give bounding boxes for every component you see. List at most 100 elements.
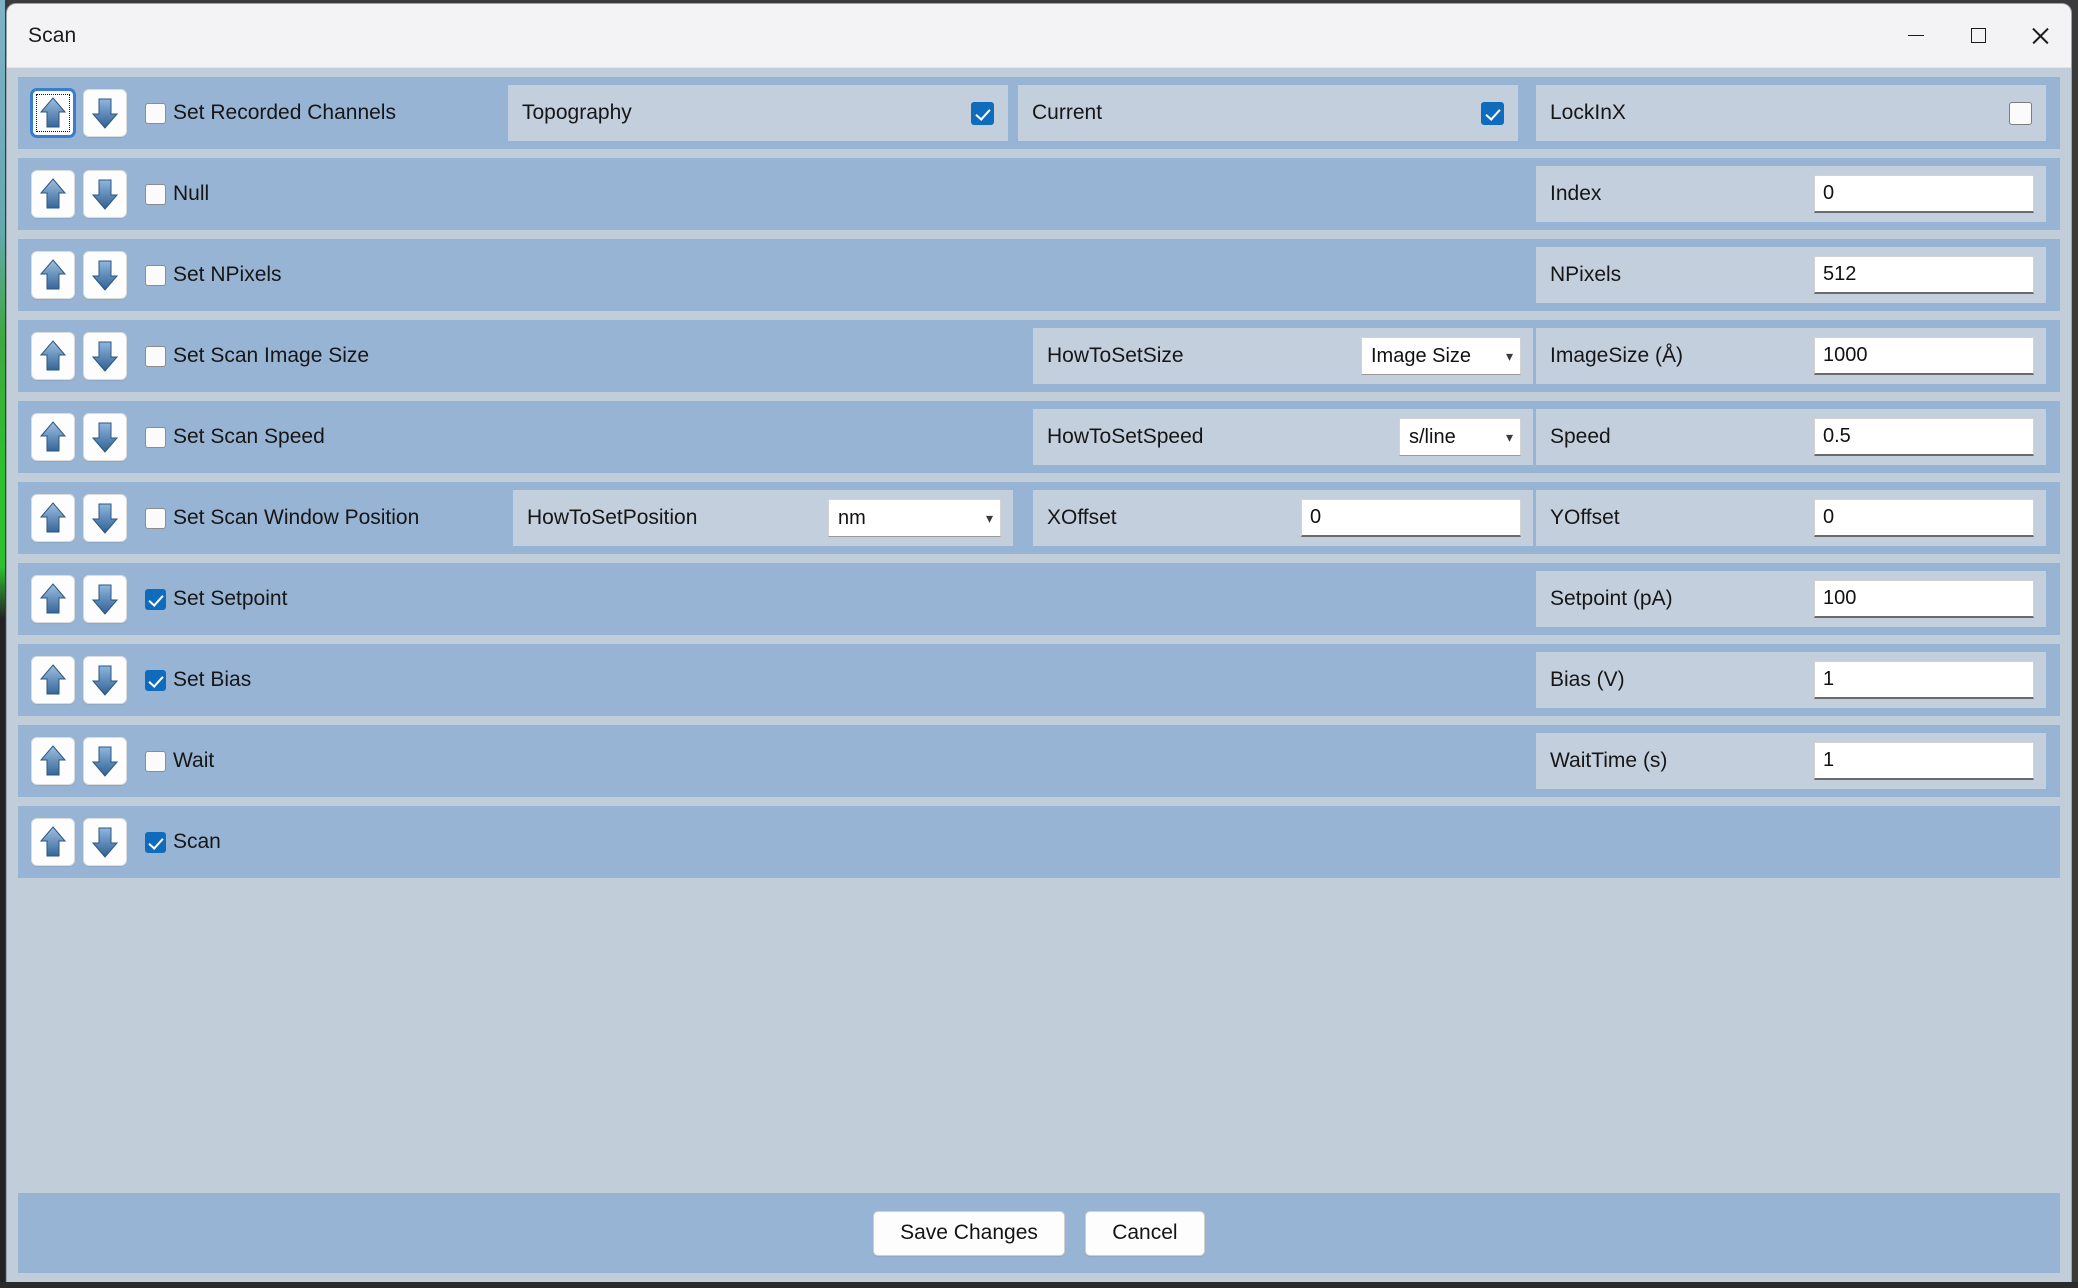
move-up-button[interactable] [31, 170, 75, 218]
step-enable-scan[interactable]: Scan [145, 830, 221, 854]
step-label: Set Setpoint [173, 587, 288, 610]
field-panel-bias: Bias (V) 1 [1536, 652, 2046, 708]
move-down-button[interactable] [83, 251, 127, 299]
step-row-set-setpoint: Set Setpoint Setpoint (pA) 100 [18, 563, 2060, 635]
channel-label: Current [1032, 101, 1103, 124]
npixels-input[interactable]: 512 [1814, 256, 2034, 294]
xoffset-input[interactable]: 0 [1301, 499, 1521, 537]
row-left-cluster: Null [18, 158, 209, 230]
arrow-up-icon [39, 421, 67, 452]
field-panel-speed: Speed 0.5 [1536, 409, 2046, 465]
field-label: HowToSetPosition [527, 506, 698, 529]
step-enable-set-scan-speed[interactable]: Set Scan Speed [145, 425, 325, 449]
step-enable-set-recorded-channels[interactable]: Set Recorded Channels [145, 101, 396, 125]
index-input[interactable]: 0 [1814, 175, 2034, 213]
step-enable-set-setpoint[interactable]: Set Setpoint [145, 587, 287, 611]
checkbox[interactable] [145, 831, 166, 853]
step-enable-null[interactable]: Null [145, 182, 209, 206]
checkbox[interactable] [145, 183, 166, 205]
channel-checkbox-current[interactable] [1481, 101, 1504, 125]
arrow-down-icon [91, 746, 119, 777]
move-down-button[interactable] [83, 89, 127, 137]
arrow-up-icon [39, 502, 67, 533]
step-enable-set-bias[interactable]: Set Bias [145, 668, 251, 692]
screen-edge-strip [0, 0, 5, 1288]
save-changes-button[interactable]: Save Changes [873, 1210, 1065, 1256]
field-panel-setpoint: Setpoint (pA) 100 [1536, 571, 2046, 627]
field-panel-index: Index 0 [1536, 166, 2046, 222]
step-enable-set-npixels[interactable]: Set NPixels [145, 263, 282, 287]
step-row-set-bias: Set Bias Bias (V) 1 [18, 644, 2060, 716]
step-enable-set-scan-image-size[interactable]: Set Scan Image Size [145, 344, 369, 368]
step-row-set-scan-speed: Set Scan Speed HowToSetSpeed s/line ▾ Sp… [18, 401, 2060, 473]
step-enable-wait[interactable]: Wait [145, 749, 214, 773]
setpoint-input[interactable]: 100 [1814, 580, 2034, 618]
howtosetspeed-select[interactable]: s/line ▾ [1399, 418, 1521, 456]
step-row-wait: Wait WaitTime (s) 1 [18, 725, 2060, 797]
howtosetposition-select[interactable]: nm ▾ [828, 499, 1001, 537]
window-controls [1885, 4, 2071, 67]
field-panel-howtosetspeed: HowToSetSpeed s/line ▾ [1033, 409, 1533, 465]
arrow-up-icon [39, 826, 67, 857]
move-down-button[interactable] [83, 575, 127, 623]
window-title: Scan [28, 23, 77, 47]
checkbox[interactable] [145, 264, 166, 286]
step-label: Set Bias [173, 668, 252, 691]
move-down-button[interactable] [83, 413, 127, 461]
arrow-down-icon [91, 341, 119, 372]
move-down-button[interactable] [83, 170, 127, 218]
step-label: Set Recorded Channels [173, 101, 396, 124]
howtosetsize-select[interactable]: Image Size ▾ [1361, 337, 1521, 375]
field-label: NPixels [1550, 263, 1622, 286]
field-label: XOffset [1047, 506, 1117, 529]
move-down-button[interactable] [83, 818, 127, 866]
channel-checkbox-topography[interactable] [971, 101, 994, 125]
checkbox[interactable] [145, 588, 166, 610]
howtosetposition-value: nm [838, 506, 866, 529]
field-label: YOffset [1550, 506, 1620, 529]
field-panel-xoffset: XOffset 0 [1033, 490, 1533, 546]
move-up-button[interactable] [31, 251, 75, 299]
row-left-cluster: Wait [18, 725, 214, 797]
checkbox[interactable] [145, 669, 166, 691]
step-enable-set-scan-window-position[interactable]: Set Scan Window Position [145, 506, 419, 530]
move-down-button[interactable] [83, 332, 127, 380]
checkbox[interactable] [145, 426, 166, 448]
checkbox[interactable] [145, 345, 166, 367]
move-down-button[interactable] [83, 656, 127, 704]
checkbox[interactable] [145, 102, 166, 124]
checkbox[interactable] [145, 507, 166, 529]
channel-checkbox-lockinx[interactable] [2009, 101, 2032, 125]
move-down-button[interactable] [83, 737, 127, 785]
maximize-button[interactable] [1947, 4, 2009, 67]
step-row-scan: Scan [18, 806, 2060, 878]
minimize-button[interactable] [1885, 4, 1947, 67]
howtosetspeed-value: s/line [1409, 425, 1456, 448]
move-up-button[interactable] [31, 332, 75, 380]
move-up-button[interactable] [31, 413, 75, 461]
scan-dialog-window: Scan Set Recorded Channels Topography Cu… [7, 4, 2071, 1282]
move-up-button[interactable] [31, 575, 75, 623]
move-up-button[interactable] [31, 737, 75, 785]
step-row-set-scan-image-size: Set Scan Image Size HowToSetSize Image S… [18, 320, 2060, 392]
move-up-button[interactable] [31, 818, 75, 866]
close-button[interactable] [2009, 4, 2071, 67]
speed-input[interactable]: 0.5 [1814, 418, 2034, 456]
step-label: Null [173, 182, 210, 205]
waittime-input[interactable]: 1 [1814, 742, 2034, 780]
arrow-up-icon [39, 178, 67, 209]
move-up-button[interactable] [31, 656, 75, 704]
yoffset-input[interactable]: 0 [1814, 499, 2034, 537]
imagesize-input[interactable]: 1000 [1814, 337, 2034, 375]
channel-panel-lockinx: LockInX [1536, 85, 2046, 141]
move-up-button[interactable] [31, 494, 75, 542]
dialog-footer: Save Changes Cancel [18, 1193, 2060, 1273]
move-up-button[interactable] [31, 89, 75, 137]
bias-input[interactable]: 1 [1814, 661, 2034, 699]
move-down-button[interactable] [83, 494, 127, 542]
cancel-button[interactable]: Cancel [1084, 1210, 1205, 1256]
step-row-null: Null Index 0 [18, 158, 2060, 230]
arrow-up-icon [39, 583, 67, 614]
checkbox[interactable] [145, 750, 166, 772]
channel-label: LockInX [1550, 101, 1626, 124]
